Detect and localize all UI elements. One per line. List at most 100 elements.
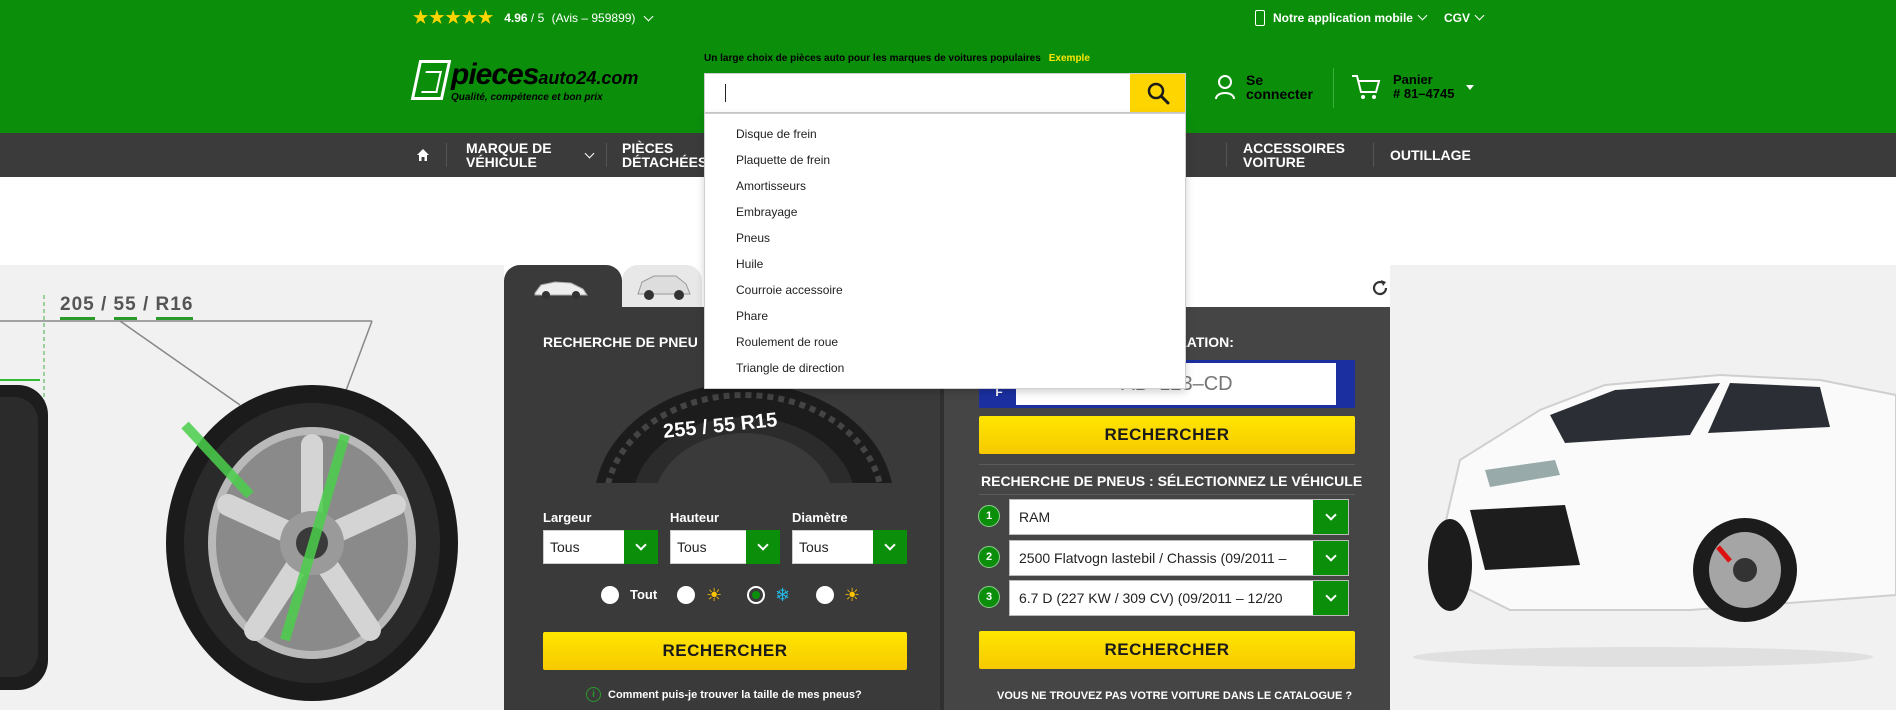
- logo-text-main: pieces: [451, 58, 539, 91]
- tire-height-value: 55: [113, 294, 137, 320]
- cgv-link[interactable]: CGV: [1443, 10, 1485, 25]
- mobile-app-label: Notre application mobile: [1272, 10, 1413, 25]
- search-button[interactable]: [1130, 74, 1185, 112]
- nav-vehicle-brand[interactable]: MARQUE DE VÉHICULE: [466, 133, 595, 177]
- tab-suv[interactable]: [622, 265, 702, 307]
- suggestion-item[interactable]: Huile: [736, 257, 763, 271]
- chevron-down-icon: [643, 11, 654, 21]
- plate-search-button[interactable]: RECHERCHER: [979, 416, 1355, 454]
- chevron-down-icon: [1313, 581, 1348, 615]
- size-separator: /: [136, 294, 156, 315]
- login-line1: Se: [1246, 72, 1264, 88]
- diameter-select-value: Tous: [799, 539, 829, 555]
- nav-car-accessories[interactable]: ACCESSOIRES VOITURE: [1243, 133, 1345, 177]
- plate-side-band: [1336, 363, 1352, 405]
- rating-value: 4.96: [504, 10, 528, 25]
- nav-label-line1: PIÈCES: [622, 140, 674, 156]
- step-2-badge: 2: [978, 546, 1000, 568]
- season-winter-radio[interactable]: [747, 586, 765, 604]
- nav-separator: [1373, 143, 1374, 167]
- season-allseason-radio[interactable]: [816, 586, 834, 604]
- vehicle-brand-value: RAM: [1019, 509, 1051, 525]
- car-icon: [534, 281, 588, 299]
- tire-search-button[interactable]: RECHERCHER: [543, 632, 907, 670]
- tire-diameter-value: R16: [155, 294, 194, 320]
- suggestion-item[interactable]: Courroie accessoire: [736, 283, 843, 297]
- rating-summary[interactable]: 4.96 / 5 (Avis – 959899): [504, 10, 654, 25]
- diameter-select[interactable]: Tous: [792, 530, 907, 564]
- nav-spare-parts[interactable]: PIÈCES DÉTACHÉES: [622, 133, 707, 177]
- nav-label-line2: VÉHICULE: [466, 154, 537, 170]
- nav-separator: [446, 143, 447, 167]
- chevron-down-icon: [584, 148, 595, 158]
- section-divider: [979, 464, 1355, 465]
- height-select-value: Tous: [677, 539, 707, 555]
- chevron-down-icon: [1313, 500, 1348, 534]
- size-separator: /: [94, 294, 114, 315]
- sun-snow-icon: ☀: [844, 585, 861, 605]
- suggestion-item[interactable]: Triangle de direction: [736, 361, 844, 375]
- phone-icon: [1254, 9, 1265, 26]
- car-not-found-link[interactable]: VOUS NE TROUVEZ PAS VOTRE VOITURE DANS L…: [997, 690, 1352, 702]
- search-example-link[interactable]: Exemple: [1049, 53, 1090, 64]
- cart-icon: [1352, 75, 1381, 99]
- nav-label-line2: VOITURE: [1243, 154, 1306, 170]
- logo-tagline: Qualité, compétence et bon prix: [451, 92, 603, 103]
- rating-scale: / 5: [527, 10, 545, 25]
- height-select[interactable]: Tous: [670, 530, 780, 564]
- section-divider: [979, 494, 1355, 495]
- tab-car[interactable]: [504, 265, 622, 307]
- suggestion-item[interactable]: Plaquette de frein: [736, 153, 830, 167]
- tire-size-help-text: Comment puis-je trouver la taille de mes…: [608, 688, 862, 701]
- suggestion-item[interactable]: Roulement de roue: [736, 335, 838, 349]
- cart-number: # 81–4745: [1393, 86, 1455, 101]
- width-select[interactable]: Tous: [543, 530, 658, 564]
- header-divider: [1333, 68, 1334, 108]
- sun-icon: ☀: [706, 585, 723, 605]
- suggestion-item[interactable]: Disque de frein: [736, 127, 817, 141]
- mobile-app-link[interactable]: Notre application mobile: [1254, 9, 1428, 26]
- season-summer-radio[interactable]: [677, 586, 695, 604]
- text-caret: [725, 84, 726, 102]
- search-hint-text: Un large choix de pièces auto pour les m…: [704, 53, 1041, 64]
- vehicle-model-value: 2500 Flatvogn lastebil / Chassis (09/201…: [1019, 550, 1287, 566]
- chevron-down-icon: [1313, 541, 1348, 575]
- tire-size-help-link[interactable]: i Comment puis-je trouver la taille de m…: [586, 687, 862, 702]
- vehicle-engine-select[interactable]: 6.7 D (227 KW / 309 CV) (09/2011 – 12/20: [1009, 580, 1349, 616]
- season-all-label: Tout: [630, 587, 658, 602]
- vehicle-model-select[interactable]: 2500 Flatvogn lastebil / Chassis (09/201…: [1009, 540, 1349, 576]
- suggestion-item[interactable]: Phare: [736, 309, 768, 323]
- suv-icon: [637, 275, 691, 300]
- suggestion-item[interactable]: Amortisseurs: [736, 179, 806, 193]
- search-icon: [1147, 82, 1169, 105]
- search-input[interactable]: [705, 74, 1131, 112]
- snowflake-icon: ❄: [775, 585, 791, 605]
- cart-link[interactable]: Panier # 81–4745: [1351, 72, 1475, 101]
- season-all-radio[interactable]: [601, 586, 619, 604]
- info-icon: i: [586, 687, 601, 702]
- suggestion-item[interactable]: Embrayage: [736, 205, 797, 219]
- nav-label-line1: ACCESSOIRES: [1243, 140, 1345, 156]
- nav-home[interactable]: [416, 133, 430, 177]
- suggestion-item[interactable]: Pneus: [736, 231, 770, 245]
- search-hint: Un large choix de pièces auto pour les m…: [704, 53, 1090, 64]
- vehicle-search-button[interactable]: RECHERCHER: [979, 631, 1355, 669]
- cgv-label: CGV: [1443, 10, 1470, 25]
- cart-label: Panier: [1393, 72, 1433, 87]
- nav-separator: [606, 143, 607, 167]
- nav-label-line1: MARQUE DE: [466, 140, 552, 156]
- refresh-icon[interactable]: [1370, 278, 1390, 298]
- search-suggestions-dropdown: Disque de frein Plaquette de frein Amort…: [704, 113, 1186, 389]
- vehicle-brand-select[interactable]: RAM: [1009, 499, 1349, 535]
- caret-down-icon: [1466, 84, 1475, 90]
- chevron-down-icon: [873, 530, 907, 564]
- user-icon: [1215, 75, 1235, 100]
- logo-text-domain: auto24.com: [538, 68, 639, 88]
- nav-separator: [1226, 143, 1227, 167]
- login-link[interactable]: Se connecter: [1214, 73, 1313, 101]
- nav-label-line1: OUTILLAGE: [1390, 147, 1471, 163]
- nav-tools[interactable]: OUTILLAGE: [1390, 133, 1471, 177]
- width-label: Largeur: [543, 510, 592, 525]
- nav-label-line2: DÉTACHÉES: [622, 154, 708, 170]
- home-icon: [417, 149, 429, 161]
